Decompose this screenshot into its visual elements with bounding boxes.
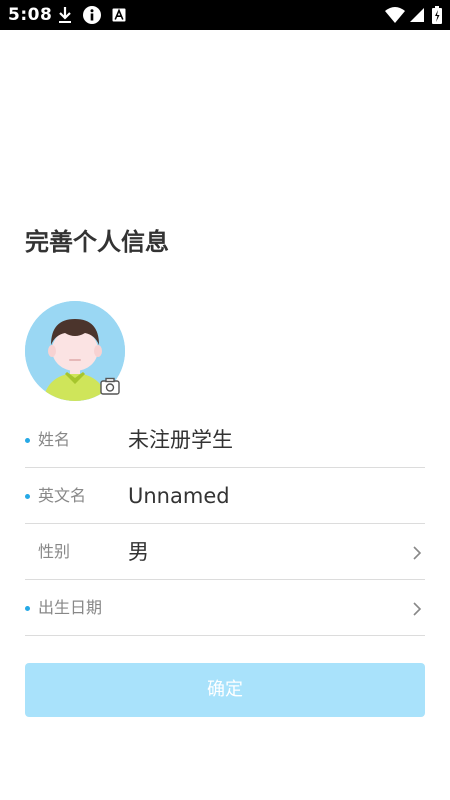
form-row-name[interactable]: 姓名 未注册学生 <box>25 412 425 468</box>
form-row-birthdate[interactable]: 出生日期 <box>25 580 425 636</box>
signal-icon <box>410 8 424 22</box>
a-badge-icon <box>112 8 126 22</box>
english-name-field[interactable]: Unnamed <box>128 482 230 510</box>
page-title: 完善个人信息 <box>25 228 169 256</box>
birthdate-label: 出生日期 <box>38 598 103 617</box>
gender-value[interactable]: 男 <box>128 538 149 566</box>
required-dot <box>25 494 30 499</box>
info-icon <box>83 6 101 24</box>
required-dot <box>25 606 30 611</box>
status-bar: 5:08 <box>0 0 450 30</box>
chevron-right-icon[interactable] <box>412 545 422 561</box>
name-label: 姓名 <box>38 430 71 449</box>
form-row-gender[interactable]: 性别 男 <box>25 524 425 580</box>
camera-icon[interactable] <box>100 377 120 395</box>
required-dot <box>25 438 30 443</box>
status-time: 5:08 <box>8 5 53 25</box>
gender-label: 性别 <box>38 542 71 561</box>
battery-icon <box>432 6 442 24</box>
form-row-english-name[interactable]: 英文名 Unnamed <box>25 468 425 524</box>
download-icon <box>59 7 71 23</box>
english-name-label: 英文名 <box>38 486 87 505</box>
confirm-button[interactable]: 确定 <box>25 663 425 717</box>
name-field[interactable]: 未注册学生 <box>128 426 233 454</box>
chevron-right-icon[interactable] <box>412 601 422 617</box>
wifi-icon <box>385 7 405 23</box>
